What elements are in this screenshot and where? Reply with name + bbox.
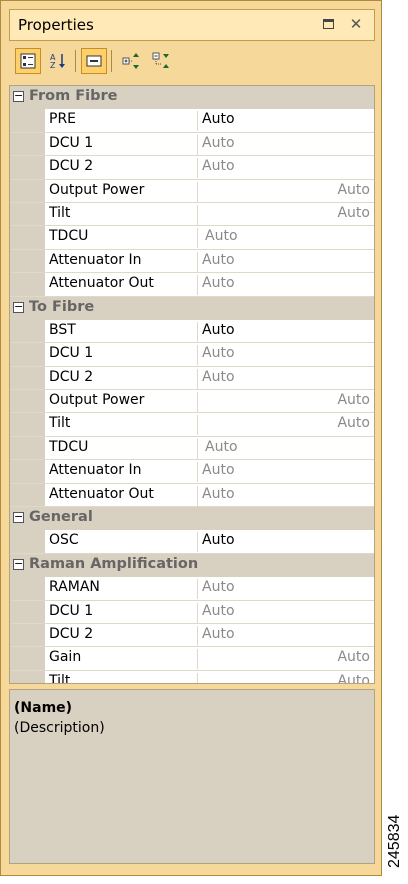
property-value[interactable]: Auto <box>202 182 370 202</box>
collapse-all-icon[interactable] <box>149 48 175 74</box>
dock-icon[interactable] <box>318 14 338 34</box>
property-value[interactable]: Auto <box>202 392 370 412</box>
title-bar[interactable]: Properties ✕ <box>9 9 375 41</box>
property-name: TDCU <box>49 438 198 459</box>
property-name: Tilt <box>49 672 198 683</box>
categorized-view-button[interactable] <box>15 48 41 74</box>
property-name: PRE <box>49 111 198 132</box>
property-name: Tilt <box>49 415 198 436</box>
property-value[interactable]: Auto <box>202 205 370 225</box>
description-text: (Description) <box>14 720 105 736</box>
property-value[interactable]: Auto <box>202 439 373 459</box>
toolbar: AZ <box>9 45 375 83</box>
category-row[interactable]: − Raman Amplification <box>10 553 374 578</box>
collapse-toggle-icon[interactable]: − <box>13 301 24 313</box>
property-value[interactable]: Auto <box>202 532 370 552</box>
panel-title: Properties <box>18 16 94 34</box>
properties-panel: Properties ✕ AZ − From Fibre PRE Auto DCU 1A… <box>0 0 382 876</box>
property-value[interactable]: Auto <box>202 228 373 248</box>
property-name: DCU 2 <box>49 625 198 646</box>
property-name: TDCU <box>49 228 198 249</box>
property-name: DCU 1 <box>49 134 198 155</box>
figure-id: 245834 <box>386 814 403 868</box>
collapse-toggle-icon[interactable]: − <box>13 558 24 570</box>
property-value[interactable]: Auto <box>202 649 370 669</box>
property-name: OSC <box>49 532 198 553</box>
property-name: Gain <box>49 649 198 670</box>
property-row[interactable]: BST Auto <box>10 320 374 344</box>
property-value[interactable]: Auto <box>202 369 370 389</box>
category-row[interactable]: − To Fibre <box>10 296 374 320</box>
property-value[interactable]: Auto <box>202 603 370 623</box>
category-label: From Fibre <box>29 88 118 104</box>
property-value[interactable]: Auto <box>202 462 370 482</box>
svg-text:Z: Z <box>50 61 56 70</box>
property-name: DCU 1 <box>49 602 198 623</box>
property-row[interactable]: Tilt Auto <box>10 203 374 227</box>
property-row[interactable]: OSC Auto <box>10 530 374 554</box>
property-row[interactable]: Gain Auto <box>10 647 374 671</box>
alphabetical-sort-icon[interactable]: AZ <box>45 48 71 74</box>
property-name: DCU 2 <box>49 368 198 389</box>
property-row[interactable]: RAMAN Auto <box>10 577 374 601</box>
collapse-toggle-icon[interactable]: − <box>13 90 24 102</box>
property-row[interactable]: Attenuator In Auto <box>10 460 374 484</box>
category-label: To Fibre <box>29 298 95 315</box>
property-row[interactable]: TDCU Auto <box>10 437 374 461</box>
property-row[interactable]: DCU 1 Auto <box>10 601 374 624</box>
description-name: (Name) <box>14 700 73 716</box>
property-pages-button[interactable] <box>81 48 107 74</box>
property-name: Attenuator Out <box>49 485 198 506</box>
property-row[interactable]: Output Power Auto <box>10 390 374 414</box>
property-value[interactable]: Auto <box>202 579 370 599</box>
property-value[interactable]: Auto <box>202 673 370 683</box>
property-row[interactable]: DCU 1 Auto <box>10 343 374 367</box>
property-value[interactable]: Auto <box>202 135 370 155</box>
property-row[interactable]: Tilt Auto <box>10 671 374 683</box>
property-row[interactable]: Attenuator Out Auto <box>10 484 374 508</box>
property-row[interactable]: DCU 2 Auto <box>10 156 374 180</box>
property-row[interactable]: TDCU Auto <box>10 226 374 250</box>
category-row[interactable]: − From Fibre <box>10 86 374 110</box>
property-row[interactable]: Attenuator In Auto <box>10 250 374 274</box>
property-name: Tilt <box>49 204 198 225</box>
property-value[interactable]: Auto <box>202 486 370 506</box>
property-name: Output Power <box>49 392 198 413</box>
expand-all-icon[interactable] <box>119 48 145 74</box>
property-name: DCU 2 <box>49 158 198 179</box>
property-name: RAMAN <box>49 579 198 600</box>
property-row[interactable]: PRE Auto <box>10 109 374 133</box>
property-value[interactable]: Auto <box>202 322 370 342</box>
category-label: Raman Amplification <box>29 555 199 572</box>
property-row[interactable]: DCU 2 Auto <box>10 624 374 648</box>
collapse-toggle-icon[interactable]: − <box>13 511 24 524</box>
property-row[interactable]: Attenuator Out Auto <box>10 273 374 297</box>
property-value[interactable]: Auto <box>202 275 370 295</box>
property-value[interactable]: Auto <box>202 158 370 178</box>
property-name: BST <box>49 321 198 342</box>
property-name: Attenuator Out <box>49 275 198 296</box>
property-name: Attenuator In <box>49 462 198 483</box>
description-pane: (Name) (Description) <box>9 689 375 864</box>
category-label: General <box>29 509 93 526</box>
property-value[interactable]: Auto <box>202 345 370 365</box>
property-value[interactable]: Auto <box>202 415 370 435</box>
property-name: Attenuator In <box>49 251 198 272</box>
property-value[interactable]: Auto <box>202 252 370 272</box>
property-value[interactable]: Auto <box>202 626 370 646</box>
property-name: DCU 1 <box>49 345 198 366</box>
close-icon[interactable]: ✕ <box>346 14 366 34</box>
property-row[interactable]: DCU 2 Auto <box>10 367 374 391</box>
property-grid: − From Fibre PRE Auto DCU 1 Auto DCU 2 Auto Outp… <box>9 85 375 684</box>
property-name: Output Power <box>49 181 198 202</box>
property-row[interactable]: Output Power Auto <box>10 180 374 203</box>
property-row[interactable]: Tilt Auto <box>10 413 374 437</box>
property-value[interactable]: Auto <box>202 111 370 131</box>
property-row[interactable]: DCU 1 Auto <box>10 133 374 157</box>
category-row[interactable]: − General <box>10 507 374 531</box>
